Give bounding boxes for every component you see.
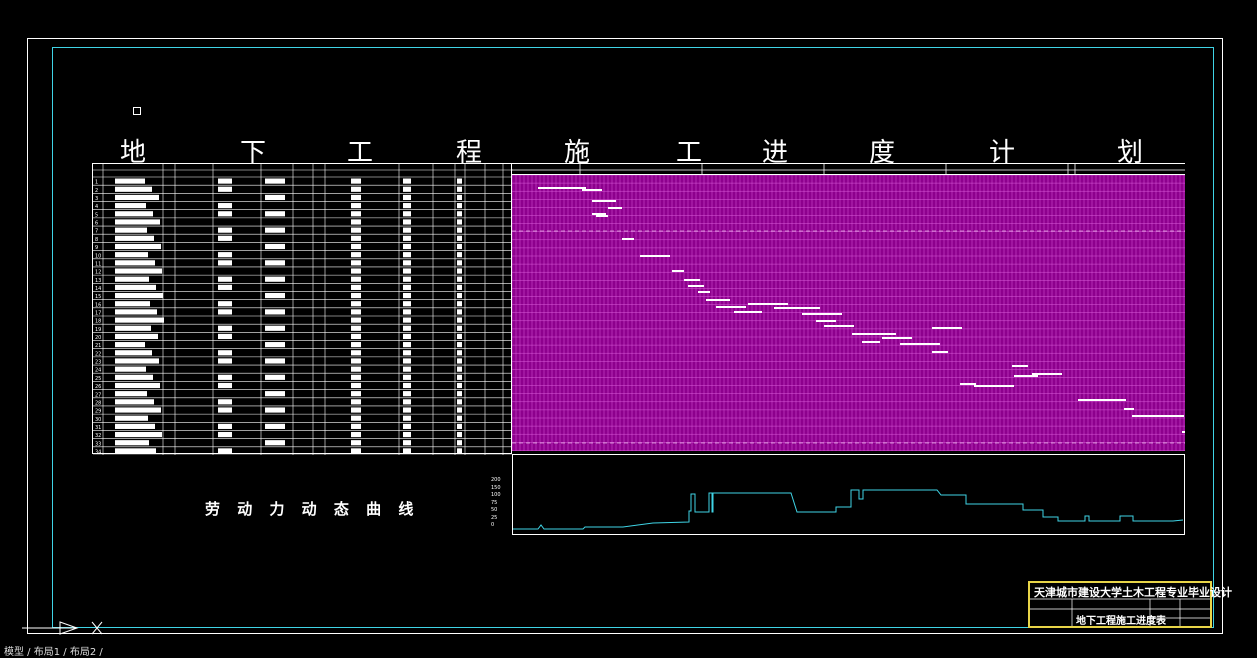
- gantt-bar: [974, 385, 1014, 387]
- row-number: 26: [95, 384, 101, 390]
- gantt-bar: [684, 279, 700, 281]
- layout-tabs-label[interactable]: 模型 / 布局1 / 布局2 /: [4, 647, 103, 658]
- gantt-header: [512, 163, 1185, 176]
- row-number: 18: [95, 319, 101, 325]
- gantt-bar: [882, 337, 912, 339]
- gantt-bar: [774, 307, 820, 309]
- row-number: 3: [95, 196, 98, 202]
- gantt-bar: [596, 215, 608, 217]
- labor-tick: 150: [491, 484, 501, 491]
- row-number: 20: [95, 335, 101, 341]
- row-number: 32: [95, 433, 101, 439]
- labor-curve-label: 劳 动 力 动 态 曲 线: [205, 500, 414, 518]
- row-number: 2: [95, 188, 98, 194]
- row-number: 5: [95, 212, 98, 218]
- row-number: 30: [95, 417, 101, 423]
- title-block-drawing-name: 地下工程施工进度表: [1076, 616, 1166, 627]
- gantt-bar: [698, 291, 710, 293]
- row-number: 29: [95, 409, 101, 415]
- labor-tick: 0: [491, 522, 495, 528]
- labor-tick: 100: [491, 492, 501, 498]
- row-number: 15: [95, 294, 101, 300]
- ucs-icon: [22, 620, 112, 644]
- title-block-school: 天津城市建设大学土木工程专业毕业设计: [1034, 586, 1232, 599]
- gantt-bar: [1124, 408, 1134, 410]
- gantt-bar: [1078, 399, 1126, 401]
- gantt-bar: [1032, 373, 1062, 375]
- gantt-bar: [1132, 415, 1184, 417]
- row-number: 22: [95, 351, 101, 357]
- row-number: 16: [95, 302, 101, 308]
- row-number: 14: [95, 286, 101, 292]
- schedule-table-grid: 1234567891011121314151617181920212223242…: [93, 164, 513, 455]
- gantt-bar: [852, 333, 896, 335]
- row-number: 6: [95, 221, 98, 227]
- gantt-bar: [1014, 375, 1038, 377]
- gantt-bar: [582, 189, 602, 191]
- gantt-bar: [622, 238, 634, 240]
- row-number: 19: [95, 327, 101, 333]
- labor-curve-line: [513, 489, 1184, 530]
- gantt-bar: [960, 383, 976, 385]
- labor-tick: 25: [491, 514, 498, 521]
- row-number: 13: [95, 278, 101, 284]
- row-number: 4: [95, 204, 98, 210]
- row-number: 33: [95, 441, 101, 447]
- gantt-bar: [748, 303, 788, 305]
- gantt-bar: [688, 285, 704, 287]
- gantt-bar: [734, 311, 762, 313]
- labor-tick: 75: [491, 499, 498, 506]
- row-number: 31: [95, 425, 101, 431]
- row-number: 10: [95, 253, 101, 259]
- layout-tabs[interactable]: 模型 / 布局1 / 布局2 /: [0, 648, 1257, 658]
- labor-axis-ticks: 200 150 100 75 50 25 0: [491, 477, 501, 530]
- gantt-bar: [900, 343, 940, 345]
- labor-curve-svg: [513, 489, 1184, 530]
- gantt-bar: [608, 207, 622, 209]
- row-number: 11: [95, 261, 101, 267]
- gantt-bar: [538, 187, 586, 189]
- gantt-bar: [862, 341, 880, 343]
- gantt-bar: [824, 325, 854, 327]
- gantt-bar: [932, 351, 948, 353]
- gantt-bar: [1182, 431, 1185, 433]
- gantt-svg: [512, 175, 1185, 451]
- gantt-bar: [932, 327, 962, 329]
- gantt-bar: [592, 200, 616, 202]
- row-number: 21: [95, 343, 101, 349]
- labor-tick: 200: [491, 477, 501, 483]
- gantt-bar: [802, 313, 842, 315]
- gantt-bar: [592, 213, 606, 215]
- gantt-bar: [1012, 365, 1028, 367]
- gantt-bar: [672, 270, 684, 272]
- labor-curve-chart: 200 150 100 75 50 25 0: [491, 454, 1185, 535]
- row-number: 28: [95, 400, 101, 406]
- row-number: 8: [95, 237, 98, 243]
- schedule-table: 1 2 3 4 5 6 7 8 9 10 11 12 13 14 15 16 17 18 19 20 21 22 23 24 2…: [92, 163, 513, 455]
- cursor-pickbox: [133, 107, 141, 115]
- row-number: 12: [95, 270, 101, 276]
- row-number: 34: [95, 450, 101, 456]
- gantt-bar: [706, 299, 730, 301]
- row-number: 17: [95, 311, 101, 317]
- gantt-bar: [716, 306, 746, 308]
- row-number: 1: [95, 180, 98, 186]
- row-number: 27: [95, 392, 101, 398]
- row-number: 23: [95, 360, 101, 366]
- row-number: 24: [95, 368, 101, 374]
- gantt-bar: [640, 255, 670, 257]
- row-number: 9: [95, 245, 98, 251]
- labor-tick: 50: [491, 507, 498, 513]
- row-number: 7: [95, 229, 98, 235]
- row-number: 25: [95, 376, 101, 382]
- gantt-chart-area: [512, 175, 1185, 451]
- gantt-bar: [816, 320, 836, 322]
